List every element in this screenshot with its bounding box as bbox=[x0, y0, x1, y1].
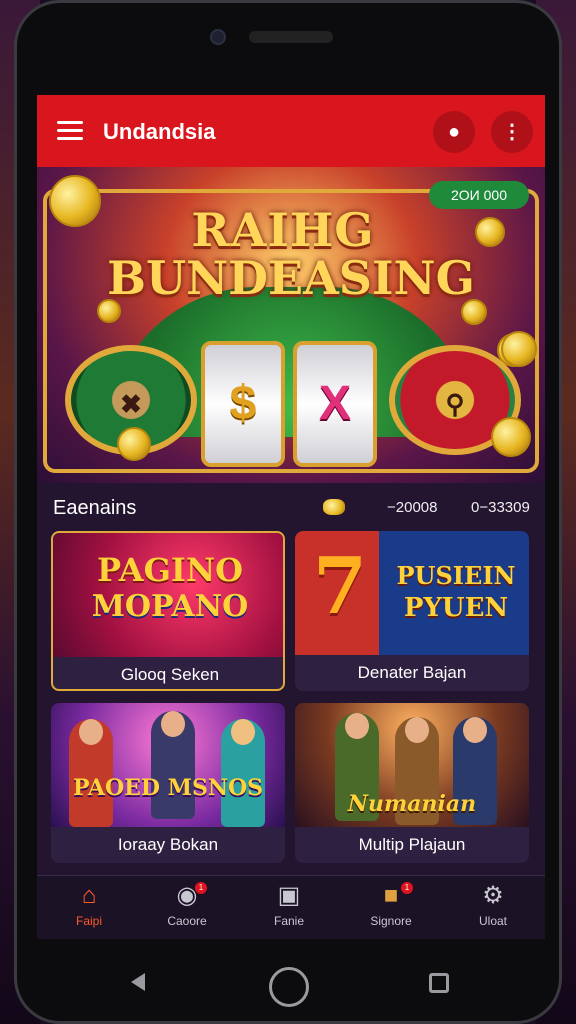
thumbnail-title: PAOED MSNOS bbox=[72, 775, 264, 801]
slot-reel: $ bbox=[201, 341, 285, 467]
nav-item-store[interactable]: ▣ Fanie bbox=[249, 882, 329, 938]
game-thumbnail: Numanian bbox=[295, 703, 529, 827]
nav-label: Uloat bbox=[478, 914, 507, 928]
coin-icon bbox=[117, 427, 151, 461]
nav-label: Fanie bbox=[273, 914, 305, 928]
character-figure bbox=[151, 711, 195, 819]
nav-label: Caoore bbox=[167, 914, 207, 928]
hamburger-menu-icon[interactable] bbox=[57, 121, 83, 141]
nav-label: Signore bbox=[370, 914, 412, 928]
nav-item-settings[interactable]: ⚙ Uloat bbox=[453, 882, 533, 938]
account-button[interactable]: ● bbox=[433, 111, 475, 153]
slot-reel: X bbox=[293, 341, 377, 467]
section-title: Eaenains bbox=[53, 497, 137, 519]
earnings-row: Eaenains −20008 0−33309 bbox=[37, 483, 545, 531]
settings-icon: ⚙ bbox=[482, 882, 504, 909]
home-icon: ⌂ bbox=[81, 882, 97, 909]
nav-label: Faipi bbox=[75, 914, 102, 928]
character-figure bbox=[69, 719, 113, 827]
back-icon[interactable] bbox=[131, 973, 145, 991]
game-thumbnail: 7 PUSIEIN PYUEN bbox=[295, 531, 529, 655]
app-screen: Undandsia ● ⋮ 2OИ 000 RAIHG BUNDEASING ✖ bbox=[37, 95, 545, 939]
game-thumbnail: PAGINO MOPANO bbox=[53, 533, 283, 657]
key-icon: ⚲ bbox=[445, 389, 465, 419]
game-card[interactable]: Numanian Multip Plajaun bbox=[295, 703, 529, 863]
gold-nugget-icon bbox=[323, 499, 345, 515]
game-card-label: Denater Bajan bbox=[357, 663, 467, 682]
thumbnail-title: PYUEN bbox=[403, 593, 509, 623]
recent-apps-icon[interactable] bbox=[429, 973, 449, 993]
thumbnail-seven: 7 bbox=[312, 541, 368, 632]
game-card-label: Multip Plajaun bbox=[358, 835, 466, 854]
game-card[interactable]: 7 PUSIEIN PYUEN Denater Bajan bbox=[295, 531, 529, 691]
thumbnail-title: PUSIEIN bbox=[396, 561, 516, 590]
nav-item-tag[interactable]: ■ 1 Signore bbox=[351, 882, 431, 938]
hero-title-line1: RAIHG bbox=[191, 203, 375, 257]
thumbnail-title: Numanian bbox=[347, 791, 477, 817]
nav-item-home[interactable]: ⌂ Faipi bbox=[49, 882, 129, 938]
game-thumbnail: PAOED MSNOS bbox=[51, 703, 285, 827]
stat-value: 0−33309 bbox=[471, 499, 530, 516]
game-card[interactable]: PAGINO MOPANO Glooq Seken bbox=[51, 531, 285, 691]
bottom-navigation: ⌂ Faipi ◉ 1 Caoore ▣ Fanie ■ 1 Signore ⚙… bbox=[37, 875, 545, 939]
notification-badge: 1 bbox=[401, 882, 413, 894]
thumbnail-title: MOPANO bbox=[91, 589, 249, 624]
person-icon: ● bbox=[447, 121, 461, 143]
hero-banner[interactable]: 2OИ 000 RAIHG BUNDEASING ✖ $ X ⚲ bbox=[37, 167, 545, 483]
notification-badge: 1 bbox=[195, 882, 207, 894]
home-circle-icon[interactable] bbox=[269, 967, 309, 1007]
game-card[interactable]: PAOED MSNOS Ioraay Bokan bbox=[51, 703, 285, 863]
coin-icon bbox=[491, 417, 531, 457]
store-icon: ▣ bbox=[277, 882, 301, 909]
app-bar: Undandsia ● ⋮ bbox=[37, 95, 545, 167]
nav-item-chat[interactable]: ◉ 1 Caoore bbox=[147, 882, 227, 938]
phone-frame: Undandsia ● ⋮ 2OИ 000 RAIHG BUNDEASING ✖ bbox=[14, 0, 562, 1024]
earpiece-speaker bbox=[249, 31, 333, 43]
app-title: Undandsia bbox=[103, 119, 216, 144]
hero-title-line2: BUNDEASING bbox=[107, 251, 475, 305]
crossed-swords-icon: ✖ bbox=[120, 389, 142, 419]
character-figure bbox=[221, 719, 265, 827]
more-options-button[interactable]: ⋮ bbox=[491, 111, 533, 153]
system-navigation-bar bbox=[17, 947, 565, 1023]
slot-reels: ✖ $ X ⚲ bbox=[49, 331, 537, 471]
more-vert-icon: ⋮ bbox=[502, 121, 522, 143]
game-card-label: Ioraay Bokan bbox=[117, 835, 219, 854]
game-card-label: Glooq Seken bbox=[120, 665, 220, 684]
stat-value: −20008 bbox=[387, 499, 438, 516]
front-camera bbox=[210, 29, 226, 45]
coin-icon bbox=[501, 331, 537, 367]
thumbnail-title: PAGINO bbox=[97, 551, 243, 589]
